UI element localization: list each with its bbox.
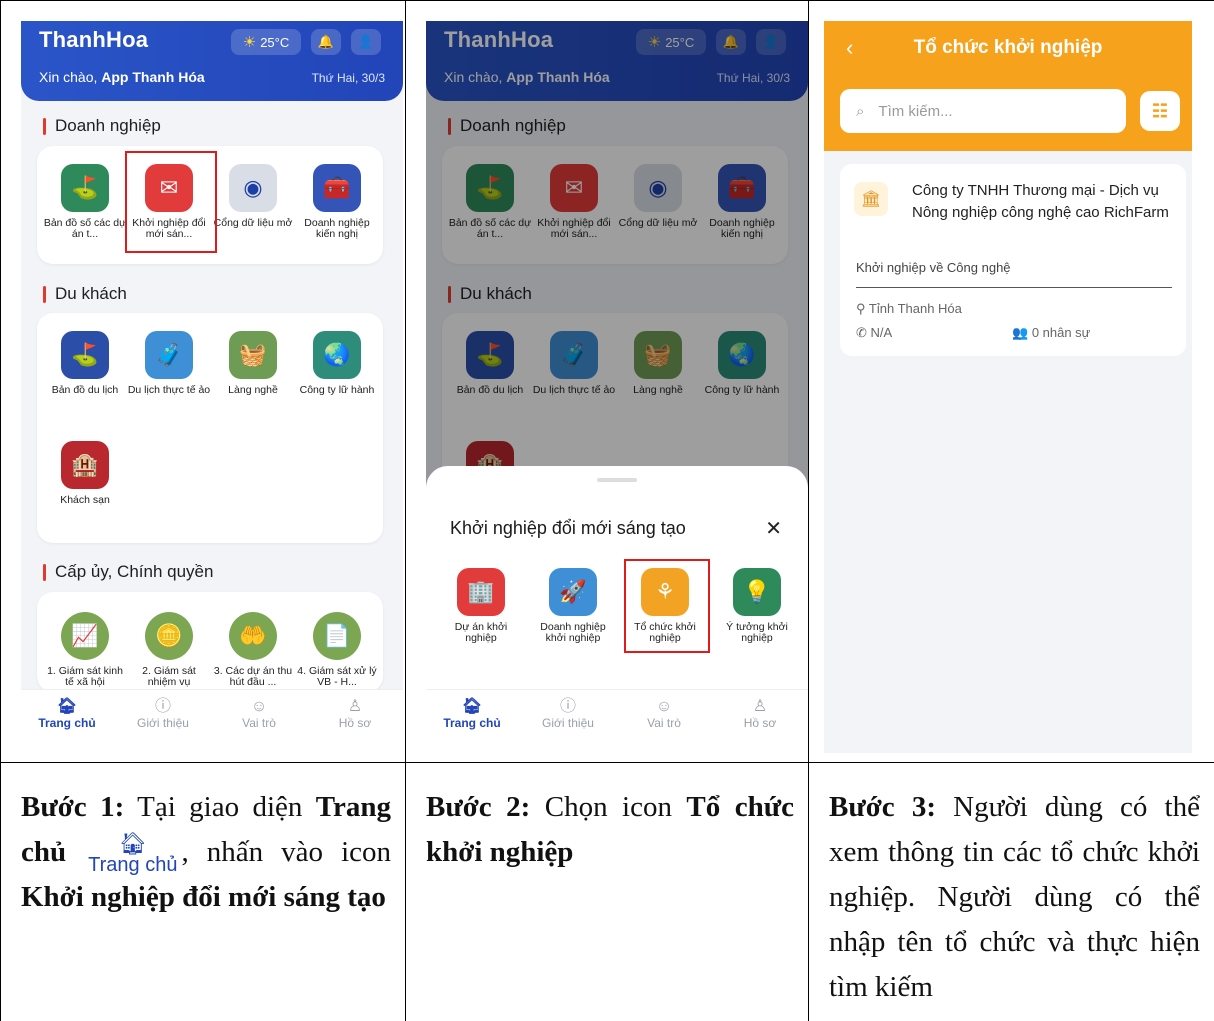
profile-icon: ♙ bbox=[752, 698, 768, 715]
app-header: ThanhHoa ☀ 25°C 🔔 👤 Xin chào, App Thanh H… bbox=[21, 21, 403, 101]
document-icon: 📄 bbox=[313, 612, 361, 660]
section-title-business: Doanh nghiệp bbox=[41, 116, 161, 136]
info-icon: ⓘ bbox=[559, 698, 576, 715]
nav-profile[interactable]: ♙ Hồ sơ bbox=[315, 698, 395, 730]
instruction-table: ThanhHoa ☀ 25°C 🔔 👤 Xin chào, App Thanh H… bbox=[0, 0, 1214, 1021]
nav-about[interactable]: ⓘ Giới thiệu bbox=[528, 698, 608, 730]
org-name: Công ty TNHH Thương mại - Dịch vụ Nông n… bbox=[912, 182, 1169, 221]
back-icon[interactable]: ‹ bbox=[846, 35, 853, 61]
nav-about[interactable]: ⓘ Giới thiệu bbox=[123, 698, 203, 730]
coin-icon: 🪙 bbox=[145, 612, 193, 660]
tile-startup-business[interactable]: 🚀 Doanh nghiệp khởi nghiệp bbox=[530, 568, 616, 644]
hand-coin-icon: 🤲 bbox=[229, 612, 277, 660]
phone-screen-org-list: Tổ chức khởi nghiệp ‹ ⌕ Tìm kiếm... ☷ 🏛 C… bbox=[824, 21, 1192, 753]
step-3-cell: Bước 3: Người dùng có thể xem thông tin … bbox=[808, 762, 1214, 1021]
screenshot-cell-1: ThanhHoa ☀ 25°C 🔔 👤 Xin chào, App Thanh H… bbox=[0, 0, 406, 763]
step-3-text: Bước 3: Người dùng có thể xem thông tin … bbox=[829, 791, 1200, 1003]
tile-startup-idea[interactable]: 💡 Ý tưởng khởi nghiệp bbox=[714, 568, 800, 644]
bell-icon[interactable]: 🔔 bbox=[311, 29, 341, 55]
date-label: Thứ Hai, 30/3 bbox=[311, 71, 385, 85]
page-title: Tổ chức khởi nghiệp bbox=[913, 37, 1103, 58]
tile-task-monitor[interactable]: 🪙 2. Giám sát nhiệm vụ bbox=[127, 612, 211, 688]
government-card: 📈 1. Giám sát kinh tế xã hội 🪙 2. Giám sát… bbox=[37, 592, 383, 692]
highlight-box bbox=[624, 559, 710, 653]
tile-socioeconomic-monitor[interactable]: 📈 1. Giám sát kinh tế xã hội bbox=[43, 612, 127, 688]
map-icon: ⛳ bbox=[61, 331, 109, 379]
basket-icon: 🧺 bbox=[229, 331, 277, 379]
info-icon: ⓘ bbox=[154, 698, 171, 715]
tile-open-data[interactable]: ◉ Cổng dữ liệu mở bbox=[211, 164, 295, 229]
chart-icon: 📈 bbox=[61, 612, 109, 660]
org-card[interactable]: 🏛 Công ty TNHH Thương mại - Dịch vụ Nông… bbox=[840, 164, 1186, 356]
role-icon: ☺ bbox=[655, 698, 673, 715]
greeting: Xin chào, App Thanh Hóa bbox=[39, 69, 205, 85]
org-location: ⚲ Tỉnh Thanh Hóa bbox=[856, 301, 962, 316]
weather-badge[interactable]: ☀ 25°C bbox=[231, 29, 301, 55]
org-category: Khởi nghiệp về Công nghệ bbox=[856, 260, 1011, 275]
home-nav-snippet: 🏠︎ Trang chủ bbox=[88, 831, 178, 877]
step-1-text: Bước 1: Tại giao diện Trang chủ 🏠︎ Trang … bbox=[21, 791, 391, 914]
step-1-cell: Bước 1: Tại giao diện Trang chủ 🏠︎ Trang … bbox=[0, 762, 406, 1021]
institution-icon: 🏛 bbox=[854, 182, 888, 216]
tile-tourism-map[interactable]: ⛳ Bản đồ du lịch bbox=[43, 331, 127, 396]
people-icon: 👥 bbox=[1012, 325, 1032, 340]
close-icon[interactable]: ✕ bbox=[765, 516, 782, 541]
home-icon: 🏠︎ bbox=[461, 698, 483, 715]
search-input[interactable]: ⌕ Tìm kiếm... bbox=[840, 89, 1126, 133]
idea-icon: 💡 bbox=[733, 568, 781, 616]
tile-hotel[interactable]: 🏨 Khách sạn bbox=[43, 441, 127, 506]
profile-icon: ♙ bbox=[347, 698, 363, 715]
user-icon[interactable]: 👤 bbox=[351, 29, 381, 55]
phone-screen-sheet: ThanhHoa ☀ 25°C 🔔 👤 Xin chào, App Thanh H… bbox=[426, 21, 808, 745]
orange-header: Tổ chức khởi nghiệp ‹ ⌕ Tìm kiếm... ☷ bbox=[824, 21, 1192, 151]
hotel-icon: 🏨 bbox=[61, 441, 109, 489]
tile-craft-village[interactable]: 🧺 Làng nghề bbox=[211, 331, 295, 396]
tourist-card: ⛳ Bản đồ du lịch 🧳 Du lịch thực tế ảo 🧺 Làn… bbox=[37, 313, 383, 543]
home-icon: 🏠︎ bbox=[118, 831, 147, 857]
map-pin-icon: ⛳ bbox=[61, 164, 109, 212]
phone-icon: ✆ bbox=[856, 325, 871, 340]
nav-home[interactable]: 🏠︎ Trang chủ bbox=[432, 698, 512, 730]
phone-screen-home: ThanhHoa ☀ 25°C 🔔 👤 Xin chào, App Thanh H… bbox=[21, 21, 403, 745]
tile-investment-projects[interactable]: 🤲 3. Các dự án thu hút đầu ... bbox=[211, 612, 295, 688]
step-2-cell: Bước 2: Chọn icon Tổ chức khởi nghiệp bbox=[405, 762, 809, 1021]
nav-home[interactable]: 🏠︎ Trang chủ bbox=[27, 698, 107, 730]
nav-role[interactable]: ☺ Vai trò bbox=[624, 698, 704, 730]
rocket-icon: 🚀 bbox=[549, 568, 597, 616]
screenshot-cell-3: Tổ chức khởi nghiệp ‹ ⌕ Tìm kiếm... ☷ 🏛 C… bbox=[808, 0, 1214, 763]
highlight-box bbox=[125, 151, 217, 253]
location-icon: ⚲ bbox=[856, 301, 869, 316]
sun-icon: ☀ bbox=[242, 34, 257, 51]
globe-pin-icon: 🌏 bbox=[313, 331, 361, 379]
role-icon: ☺ bbox=[250, 698, 268, 715]
tile-travel-company[interactable]: 🌏 Công ty lữ hành bbox=[295, 331, 379, 396]
luggage-icon: 🧳 bbox=[145, 331, 193, 379]
building-icon: 🏢 bbox=[457, 568, 505, 616]
divider bbox=[856, 287, 1172, 288]
tile-digital-map-projects[interactable]: ⛳ Bản đồ số các dự án t... bbox=[43, 164, 127, 240]
org-phone: ✆ N/A bbox=[856, 325, 893, 340]
bottom-nav: 🏠︎ Trang chủ ⓘ Giới thiệu ☺ Vai trò ♙ Hồ sơ bbox=[21, 689, 403, 745]
tile-startup-projects[interactable]: 🏢 Dự án khởi nghiệp bbox=[438, 568, 524, 644]
data-portal-icon: ◉ bbox=[229, 164, 277, 212]
bottom-nav: 🏠︎ Trang chủ ⓘ Giới thiệu ☺ Vai trò ♙ Hồ sơ bbox=[426, 689, 808, 745]
filter-icon[interactable]: ☷ bbox=[1140, 91, 1180, 131]
tile-document-monitor[interactable]: 📄 4. Giám sát xử lý VB - H... bbox=[295, 612, 379, 688]
nav-profile[interactable]: ♙ Hồ sơ bbox=[720, 698, 800, 730]
section-title-tourist: Du khách bbox=[41, 284, 127, 304]
tile-virtual-tour[interactable]: 🧳 Du lịch thực tế ảo bbox=[127, 331, 211, 396]
sheet-handle[interactable] bbox=[597, 478, 637, 482]
section-title-government: Cấp ủy, Chính quyền bbox=[41, 562, 213, 582]
app-brand: ThanhHoa bbox=[39, 27, 149, 52]
screenshot-cell-2: ThanhHoa ☀ 25°C 🔔 👤 Xin chào, App Thanh H… bbox=[405, 0, 809, 763]
nav-role[interactable]: ☺ Vai trò bbox=[219, 698, 299, 730]
step-2-text: Bước 2: Chọn icon Tổ chức khởi nghiệp bbox=[426, 791, 794, 868]
tile-business-petition[interactable]: 🧰 Doanh nghiệp kiến nghị bbox=[295, 164, 379, 240]
search-icon: ⌕ bbox=[856, 102, 865, 120]
toolbox-icon: 🧰 bbox=[313, 164, 361, 212]
sheet-title: Khởi nghiệp đổi mới sáng tạo bbox=[450, 518, 686, 538]
home-icon: 🏠︎ bbox=[56, 698, 78, 715]
org-staff: 👥 0 nhân sự bbox=[1012, 325, 1091, 340]
